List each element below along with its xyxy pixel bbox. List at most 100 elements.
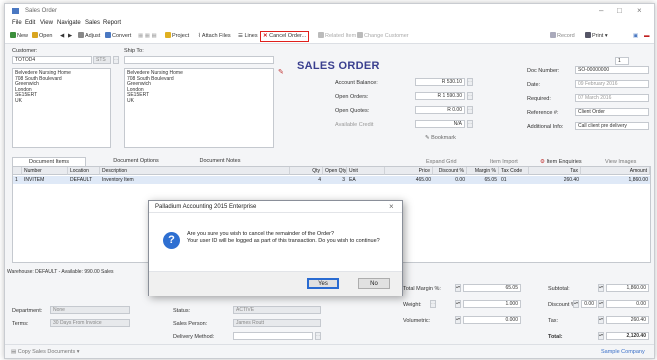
reference-input[interactable]: Client Order (575, 108, 649, 116)
grid-cell-unit[interactable]: EA (347, 176, 385, 184)
menu-report[interactable]: Report (103, 20, 121, 26)
subtotal-label: Subtotal: (548, 286, 570, 292)
customer-code-input[interactable]: TOTOD4 (12, 56, 92, 64)
discount-amount-value[interactable]: 0.00 (606, 300, 649, 308)
grid-header-amount[interactable]: Amount (581, 167, 650, 175)
open-orders-lookup[interactable]: … (467, 92, 473, 100)
menu-edit[interactable]: Edit (25, 20, 35, 26)
new-button[interactable]: New (10, 32, 28, 41)
grid-cell-location[interactable]: DEFAULT (68, 176, 100, 184)
nav-forward-icon[interactable]: ▶ (68, 32, 72, 41)
status-select[interactable]: ACTIVE (233, 306, 321, 314)
total-spinner[interactable]: ▴▾ (598, 332, 604, 340)
print-button[interactable]: Print ▾ (585, 32, 608, 41)
company-link[interactable]: Sample Company (601, 349, 645, 355)
grid-header-description[interactable]: Description (100, 167, 290, 175)
yes-button[interactable]: Yes (307, 278, 339, 289)
discount-pct-input[interactable]: 0.00 (581, 300, 597, 308)
tab-document-notes[interactable]: Document Notes (180, 157, 260, 166)
minimize-icon[interactable]: – (599, 6, 603, 15)
adjust-button[interactable]: Adjust (78, 32, 100, 41)
grid-cell-tax[interactable]: 260.40 (529, 176, 581, 184)
grid-cell-margin[interactable]: 65.05 (467, 176, 499, 184)
tax-spinner[interactable]: ▴▾ (598, 316, 604, 324)
item-import-button[interactable]: Item Import (490, 159, 518, 165)
available-credit-lookup[interactable]: … (467, 120, 473, 128)
weight-lookup[interactable]: … (430, 300, 436, 308)
bookmark-link[interactable]: ✎ Bookmark (425, 135, 456, 141)
weight-spinner[interactable]: ▴▾ (455, 300, 461, 308)
grid-cell-description[interactable]: Inventory Item (100, 176, 290, 184)
grid-header-location[interactable]: Location (68, 167, 100, 175)
record-button[interactable]: Record (550, 32, 575, 41)
item-enquiries-button[interactable]: ⚙ Item Enquiries (540, 159, 582, 165)
copies-icon[interactable]: ▣ (633, 32, 638, 41)
grid-header-tax-code[interactable]: Tax Code (499, 167, 529, 175)
customer-lookup-button[interactable]: … (113, 56, 119, 64)
sales-person-select[interactable]: James Routt (233, 319, 321, 327)
weight-value[interactable]: 1.000 (463, 300, 521, 308)
lines-icon: ☰ (238, 33, 243, 39)
volumetric-value[interactable]: 0.000 (463, 316, 521, 324)
customer-address[interactable]: Belvedere Nursing Home 708 South Bouleva… (12, 68, 111, 148)
ship-to-address[interactable]: Belvedere Nursing Home 708 South Bouleva… (124, 68, 274, 148)
menu-sales[interactable]: Sales (85, 20, 100, 26)
copy-icon: ▤ (11, 349, 17, 355)
grid-cell-amount[interactable]: 1,860.00 (581, 176, 650, 184)
cancel-order-button[interactable]: ✕ Cancel Order... (260, 31, 310, 42)
delivery-method-select[interactable] (233, 332, 313, 340)
no-button[interactable]: No (358, 278, 390, 289)
copy-sales-documents-button[interactable]: ▤ Copy Sales Documents ▾ (11, 349, 80, 355)
close-icon[interactable]: × (637, 6, 642, 15)
menu-view[interactable]: View (40, 20, 53, 26)
open-quotes-lookup[interactable]: … (467, 106, 473, 114)
grid-header-qty[interactable]: Qty (290, 167, 323, 175)
ship-to-input[interactable] (124, 56, 274, 64)
discount-amount-spinner[interactable]: ▴▾ (598, 300, 604, 308)
convert-button[interactable]: Convert (105, 32, 131, 41)
menu-navigate[interactable]: Navigate (57, 20, 81, 26)
grid-cell-tax-code[interactable]: 01 (499, 176, 529, 184)
grid-header-number[interactable]: Number (22, 167, 68, 175)
project-button[interactable]: Project (165, 32, 189, 41)
total-margin-spinner[interactable]: ▴▾ (455, 284, 461, 292)
date-label: Date: (527, 82, 541, 88)
doc-number-input[interactable]: SO-00000000 (575, 66, 649, 74)
grid-header-open-qty[interactable]: Open Qty (323, 167, 347, 175)
grid-header-margin[interactable]: Margin % (467, 167, 499, 175)
cancel-x-icon: ✕ (263, 33, 268, 39)
delivery-method-lookup[interactable]: … (315, 332, 321, 340)
attach-files-button[interactable]: ⌇ Attach Files (198, 32, 231, 41)
tab-document-options[interactable]: Document Options (96, 157, 176, 166)
grid-cell-qty[interactable]: 4 (290, 176, 323, 184)
terms-select[interactable]: 30 Days From Invoice (50, 319, 130, 327)
menu-bar: File Edit View Navigate Sales Report (5, 18, 654, 29)
department-select[interactable]: None (50, 306, 130, 314)
additional-info-input[interactable]: Call client pre delivery (575, 122, 649, 130)
grid-header-discount[interactable]: Discount % (433, 167, 467, 175)
maximize-icon[interactable]: □ (617, 6, 622, 15)
grid-header-tax[interactable]: Tax (529, 167, 581, 175)
subtotal-spinner[interactable]: ▴▾ (598, 284, 604, 292)
nav-back-icon[interactable]: ◀ (60, 32, 64, 41)
pin-icon[interactable]: ✎ (278, 68, 284, 76)
expand-grid-button[interactable]: Expand Grid (426, 159, 457, 165)
lines-button[interactable]: ☰ Lines (238, 32, 258, 41)
view-images-button[interactable]: View Images (605, 159, 636, 165)
grid-header-price[interactable]: Price (385, 167, 433, 175)
grid-cell-number[interactable]: INVITEM (22, 176, 68, 184)
volumetric-spinner[interactable]: ▴▾ (455, 316, 461, 324)
dialog-close-icon[interactable]: × (389, 202, 394, 211)
open-button[interactable]: Open (32, 32, 52, 41)
grid-cell-discount[interactable]: 0.00 (433, 176, 467, 184)
required-date-input[interactable]: 07 March 2016 (575, 94, 649, 102)
grid-cell-price[interactable]: 465.00 (385, 176, 433, 184)
discount-pct-spinner[interactable]: ▴▾ (573, 300, 579, 308)
grid-cell-open-qty[interactable]: 3 (323, 176, 347, 184)
print-copies-input[interactable]: 1 (615, 57, 629, 65)
grid-header-unit[interactable]: Unit (347, 167, 385, 175)
account-balance-lookup[interactable]: … (467, 78, 473, 86)
email-icon[interactable]: ▬ (644, 32, 650, 41)
date-input[interactable]: 09 February 2016 (575, 80, 649, 88)
menu-file[interactable]: File (12, 20, 22, 26)
